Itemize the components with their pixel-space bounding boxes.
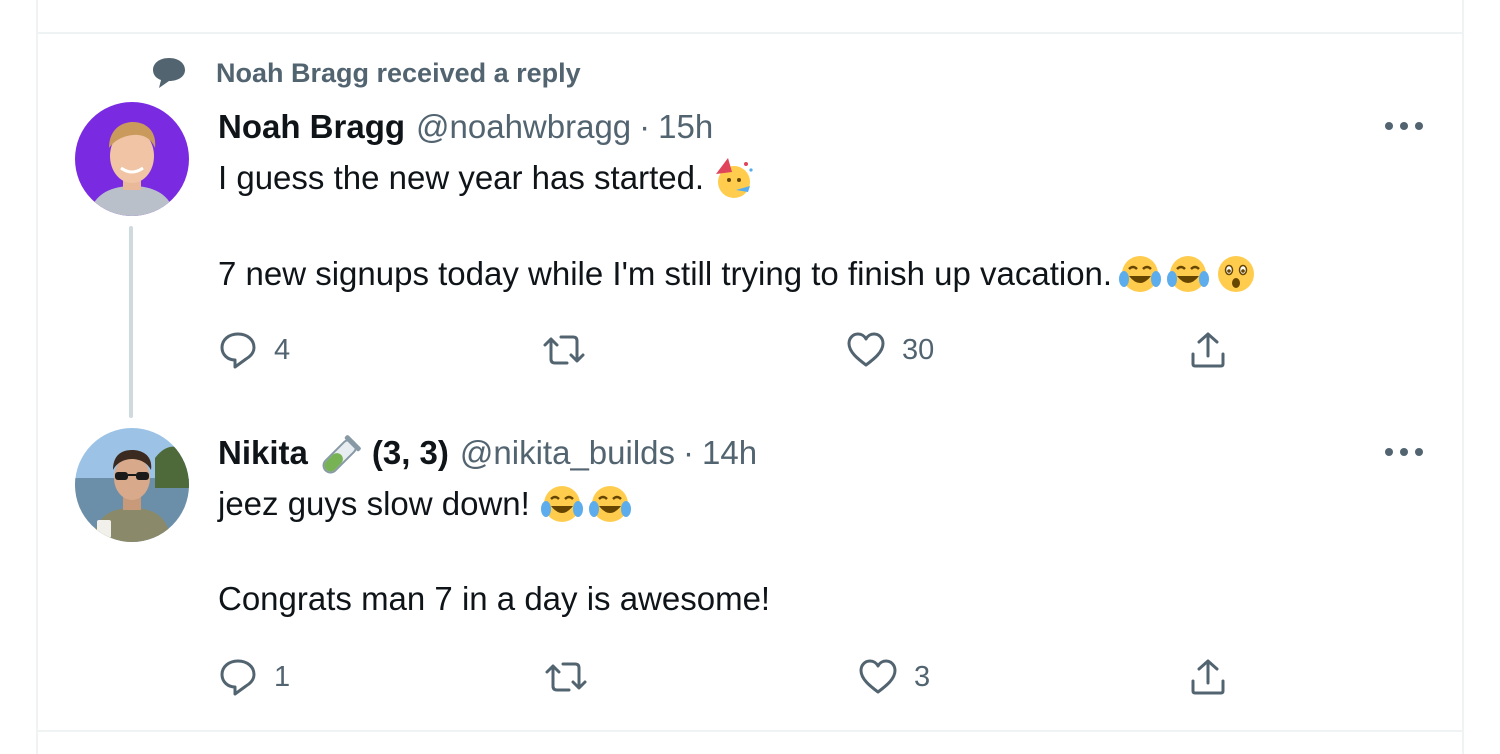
tweet-text-line: Congrats man 7 in a day is awesome! [218, 580, 770, 618]
retweet-icon [543, 335, 585, 365]
tears-of-joy-emoji [540, 486, 583, 522]
tweet-text: Congrats man 7 in a day is awesome! [218, 580, 771, 617]
avatar-photo [75, 102, 189, 216]
retweet-button[interactable] [542, 330, 602, 370]
astonished-face-emoji [1218, 256, 1255, 292]
reply-button[interactable]: 1 [218, 657, 290, 697]
reply-count: 4 [274, 333, 291, 366]
thread-connector [129, 226, 133, 418]
timestamp[interactable]: 14h [702, 434, 757, 472]
speech-bubble-icon [153, 58, 185, 88]
tweet-header: Nikita (3, 3) @nikita_builds · 14h [218, 434, 757, 480]
tweet-header: Noah Bragg @noahwbragg · 15h [218, 108, 713, 146]
reply-icon [220, 659, 256, 696]
like-button[interactable]: 30 [846, 330, 934, 370]
separator: · [683, 434, 695, 471]
social-context: Noah Bragg received a reply [150, 56, 581, 90]
share-button[interactable] [1188, 330, 1228, 370]
reply-count: 1 [274, 660, 291, 693]
avatar[interactable] [75, 428, 189, 542]
heart-icon [859, 659, 897, 694]
test-tube-emoji [322, 435, 361, 474]
retweet-button[interactable] [544, 657, 604, 697]
author-handle[interactable]: @noahwbragg [416, 108, 631, 146]
tweet-text: 7 new signups today while I'm still tryi… [218, 255, 1113, 292]
tears-of-joy-emoji [1167, 256, 1210, 292]
avatar[interactable] [75, 102, 189, 216]
retweet-icon [545, 662, 587, 692]
more-options-icon[interactable] [1384, 446, 1424, 458]
divider [36, 32, 1464, 34]
like-count: 3 [914, 660, 931, 693]
author-name[interactable]: Nikita [218, 434, 308, 472]
tears-of-joy-emoji [588, 486, 631, 522]
divider [36, 730, 1464, 732]
share-button[interactable] [1188, 657, 1228, 697]
author-handle[interactable]: @nikita_builds [460, 434, 675, 472]
share-icon [1191, 332, 1225, 368]
tweet-text-line: I guess the new year has started. [218, 156, 754, 200]
tweet-text: I guess the new year has started. [218, 159, 705, 196]
author-name[interactable]: Noah Bragg [218, 108, 405, 146]
share-icon [1191, 659, 1225, 695]
like-button[interactable]: 3 [858, 657, 930, 697]
like-count: 30 [902, 333, 935, 366]
social-context-label[interactable]: Noah Bragg received a reply [216, 58, 581, 89]
timestamp[interactable]: 15h [658, 108, 713, 146]
partying-face-emoji [716, 158, 753, 198]
tweet-text: jeez guys slow down! [218, 485, 530, 522]
separator: · [639, 108, 651, 145]
heart-icon [847, 332, 885, 367]
tears-of-joy-emoji [1119, 256, 1162, 292]
author-badge: (3, 3) [371, 434, 449, 471]
avatar-photo [75, 428, 189, 542]
tweet-text-line: jeez guys slow down! [218, 482, 632, 526]
reply-icon [220, 332, 256, 369]
tweet-text-line: 7 new signups today while I'm still tryi… [218, 252, 1258, 296]
more-options-icon[interactable] [1384, 120, 1424, 132]
reply-button[interactable]: 4 [218, 330, 290, 370]
